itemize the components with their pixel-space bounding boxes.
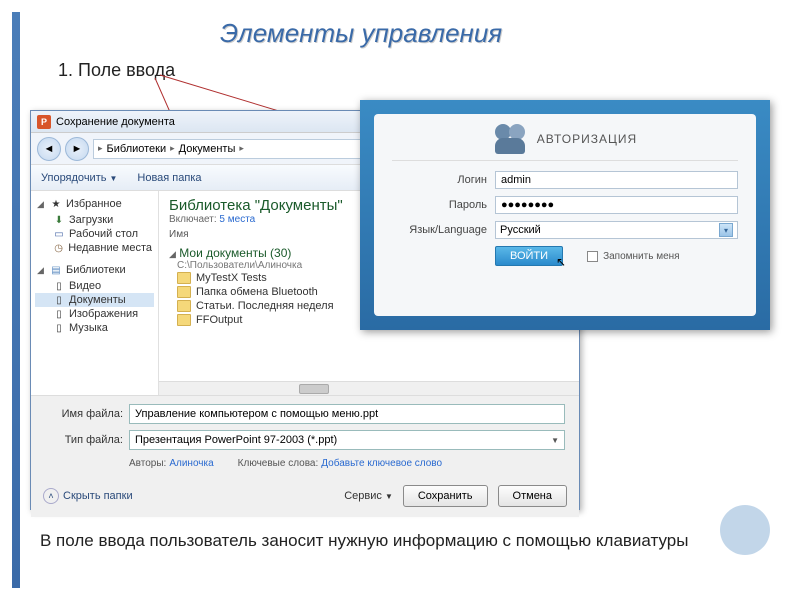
chevron-down-icon: ▾: [719, 223, 733, 237]
desktop-icon: ▭: [53, 228, 65, 240]
filetype-select[interactable]: Презентация PowerPoint 97-2003 (*.ppt)▼: [129, 430, 565, 450]
slide-accent-bar: [12, 12, 20, 588]
sidebar-item-desktop[interactable]: ▭Рабочий стол: [35, 227, 154, 241]
image-icon: ▯: [53, 308, 65, 320]
music-icon: ▯: [53, 322, 65, 334]
keywords-label: Ключевые слова:: [238, 458, 319, 469]
chevron-down-icon: ▼: [109, 174, 117, 183]
save-button[interactable]: Сохранить: [403, 485, 488, 507]
filetype-label: Тип файла:: [45, 434, 123, 446]
crumb-1[interactable]: Документы: [179, 143, 236, 155]
cancel-button[interactable]: Отмена: [498, 485, 567, 507]
video-icon: ▯: [53, 280, 65, 292]
sidebar-item-music[interactable]: ▯Музыка: [35, 321, 154, 335]
cursor-icon: ↖: [556, 255, 566, 269]
folder-icon: [177, 300, 191, 312]
sidebar-item-documents[interactable]: ▯Документы: [35, 293, 154, 307]
chevron-down-icon: ▼: [385, 492, 393, 501]
login-button[interactable]: ВОЙТИ↖: [495, 246, 563, 266]
collapse-icon: ◢: [37, 265, 46, 276]
collapse-icon: ◢: [169, 249, 176, 259]
auth-header: АВТОРИЗАЦИЯ: [392, 124, 738, 161]
password-input[interactable]: [495, 196, 738, 214]
chevron-right-icon: ▸: [170, 143, 175, 154]
auth-panel: АВТОРИЗАЦИЯ Логин Пароль Язык/Language Р…: [360, 100, 770, 330]
password-label: Пароль: [392, 199, 487, 211]
language-select[interactable]: Русский▾: [495, 221, 738, 239]
authors-value[interactable]: Алиночка: [169, 458, 213, 469]
arrow-left-icon: ◄: [44, 143, 55, 155]
dialog-fields: Имя файла: Тип файла: Презентация PowerP…: [31, 395, 579, 479]
sidebar-libraries[interactable]: ◢▤Библиотеки: [35, 263, 154, 277]
sidebar-item-downloads[interactable]: ⬇Загрузки: [35, 213, 154, 227]
scrollbar-thumb[interactable]: [299, 384, 329, 394]
login-label: Логин: [392, 174, 487, 186]
sidebar-item-images[interactable]: ▯Изображения: [35, 307, 154, 321]
folder-icon: [177, 286, 191, 298]
decorative-circle: [720, 505, 770, 555]
star-icon: ★: [50, 198, 62, 210]
users-icon: [493, 124, 527, 154]
hide-folders-toggle[interactable]: ˄Скрыть папки: [43, 488, 133, 504]
slide-title: Элементы управления: [220, 18, 502, 49]
folder-icon: [177, 272, 191, 284]
download-icon: ⬇: [53, 214, 65, 226]
checkbox-icon: [587, 251, 598, 262]
slide-subtitle: 1. Поле ввода: [58, 60, 175, 81]
horizontal-scrollbar[interactable]: [159, 381, 579, 395]
folder-icon: [177, 314, 191, 326]
filename-label: Имя файла:: [45, 408, 123, 420]
chevron-right-icon: ▸: [98, 143, 103, 154]
metadata-row: Авторы:Алиночка Ключевые слова:Добавьте …: [45, 456, 565, 475]
chevron-up-icon: ˄: [43, 488, 59, 504]
crumb-0[interactable]: Библиотеки: [107, 143, 167, 155]
dialog-footer: ˄Скрыть папки Сервис ▼ Сохранить Отмена: [31, 479, 579, 517]
dialog-title: Сохранение документа: [56, 116, 175, 128]
library-icon: ▤: [50, 264, 62, 276]
arrow-right-icon: ►: [72, 143, 83, 155]
authors-label: Авторы:: [129, 458, 166, 469]
auth-card: АВТОРИЗАЦИЯ Логин Пароль Язык/Language Р…: [374, 114, 756, 316]
sidebar-item-recent[interactable]: ◷Недавние места: [35, 241, 154, 255]
sidebar-item-video[interactable]: ▯Видео: [35, 279, 154, 293]
keywords-value[interactable]: Добавьте ключевое слово: [321, 458, 442, 469]
chevron-right-icon: ▸: [239, 143, 244, 154]
forward-button[interactable]: ►: [65, 137, 89, 161]
service-menu[interactable]: Сервис ▼: [344, 490, 393, 502]
document-icon: ▯: [53, 294, 65, 306]
recent-icon: ◷: [53, 242, 64, 254]
collapse-icon: ◢: [37, 199, 46, 210]
language-label: Язык/Language: [392, 224, 487, 236]
slide-body-text: В поле ввода пользователь заносит нужную…: [40, 530, 740, 553]
sidebar-favorites[interactable]: ◢★Избранное: [35, 197, 154, 211]
back-button[interactable]: ◄: [37, 137, 61, 161]
organize-menu[interactable]: Упорядочить▼: [41, 172, 117, 184]
remember-checkbox[interactable]: Запомнить меня: [587, 251, 680, 262]
sidebar: ◢★Избранное ⬇Загрузки ▭Рабочий стол ◷Нед…: [31, 191, 159, 395]
filename-input[interactable]: [129, 404, 565, 424]
auth-title: АВТОРИЗАЦИЯ: [537, 132, 637, 146]
powerpoint-icon: P: [37, 115, 51, 129]
login-input[interactable]: [495, 171, 738, 189]
chevron-down-icon: ▼: [551, 436, 559, 445]
new-folder-button[interactable]: Новая папка: [137, 172, 201, 184]
library-locations-link[interactable]: 5 места: [219, 214, 255, 225]
